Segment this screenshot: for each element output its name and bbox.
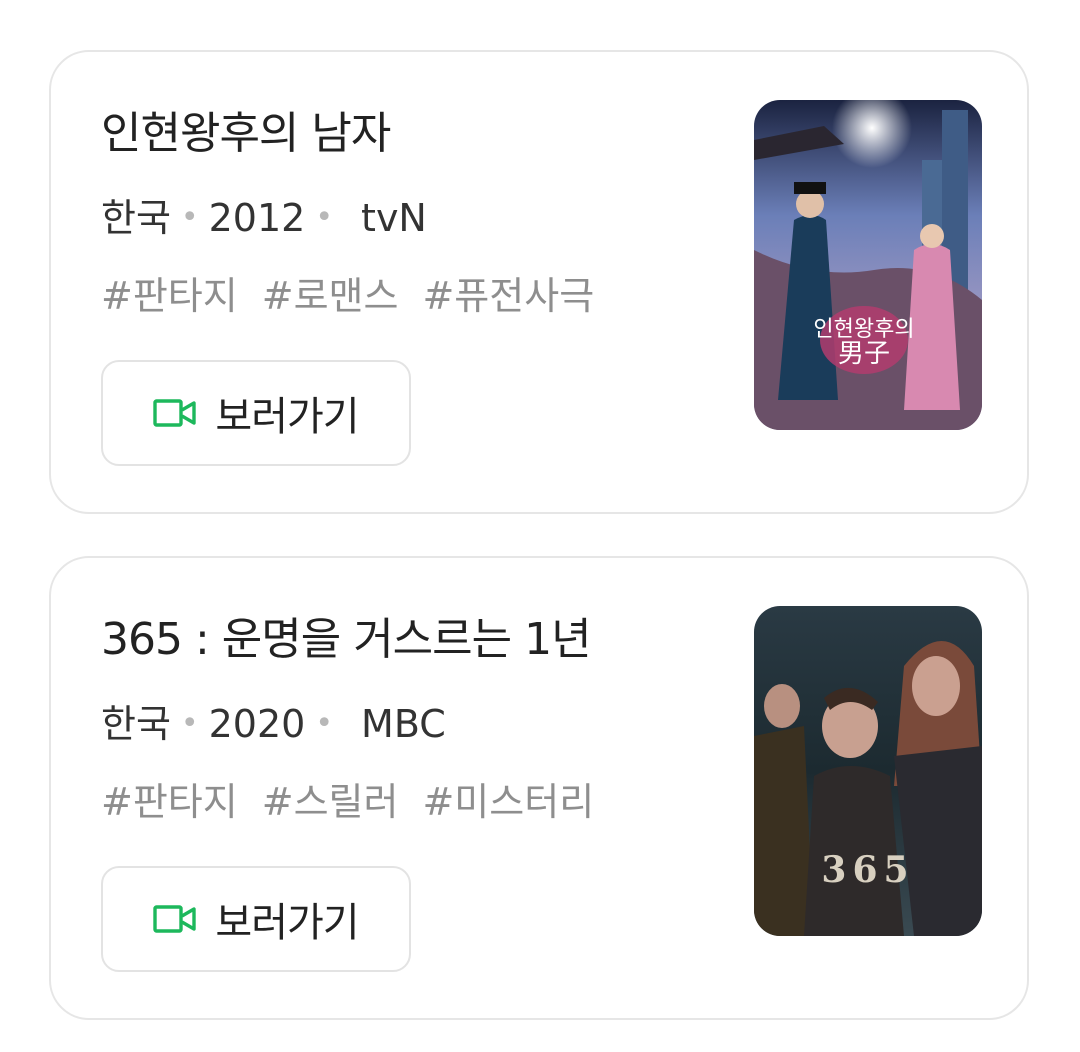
- genre-tag[interactable]: #판타지: [101, 780, 238, 824]
- drama-country: 한국: [101, 702, 171, 746]
- poster-image: 인현왕후의 男子: [754, 100, 982, 430]
- drama-title[interactable]: 인현왕후의 남자: [101, 102, 391, 166]
- drama-year: 2020: [208, 702, 306, 746]
- drama-card[interactable]: 인현왕후의 남자 한국 • 2012 • tvN #판타지 #로맨스 #퓨전사극 보러가기: [49, 50, 1029, 514]
- poster-image: 365: [754, 606, 982, 936]
- watch-button-label: 보러가기: [215, 394, 359, 440]
- genre-tag[interactable]: #스릴러: [262, 780, 399, 824]
- watch-button-label: 보러가기: [215, 900, 359, 946]
- drama-year: 2012: [208, 196, 306, 240]
- drama-meta: 한국 • 2012 • tvN: [101, 190, 427, 246]
- separator-dot: •: [315, 706, 334, 741]
- drama-title[interactable]: 365 : 운명을 거스르는 1년: [101, 608, 592, 672]
- drama-network: MBC: [361, 702, 446, 746]
- watch-button[interactable]: 보러가기: [101, 360, 411, 466]
- drama-poster[interactable]: 365: [754, 606, 982, 936]
- drama-tags: #판타지 #로맨스 #퓨전사극: [101, 268, 689, 324]
- drama-card[interactable]: 365 : 운명을 거스르는 1년 한국 • 2020 • MBC #판타지 #스릴러 #미…: [49, 556, 1029, 1020]
- genre-tag[interactable]: #로맨스: [262, 274, 399, 318]
- separator-dot: •: [180, 706, 199, 741]
- drama-poster[interactable]: 인현왕후의 男子: [754, 100, 982, 430]
- separator-dot: •: [180, 200, 199, 235]
- drama-tags: #판타지 #스릴러 #미스터리: [101, 774, 689, 830]
- drama-meta: 한국 • 2020 • MBC: [101, 696, 446, 752]
- drama-network: tvN: [361, 196, 427, 240]
- separator-dot: •: [315, 200, 334, 235]
- genre-tag[interactable]: #미스터리: [422, 780, 594, 824]
- svg-text:男子: 男子: [838, 339, 890, 369]
- video-camera-icon: [153, 905, 197, 933]
- drama-country: 한국: [101, 196, 171, 240]
- svg-text:365: 365: [821, 849, 914, 891]
- video-camera-icon: [153, 399, 197, 427]
- genre-tag[interactable]: #판타지: [101, 274, 238, 318]
- genre-tag[interactable]: #퓨전사극: [422, 274, 594, 318]
- watch-button[interactable]: 보러가기: [101, 866, 411, 972]
